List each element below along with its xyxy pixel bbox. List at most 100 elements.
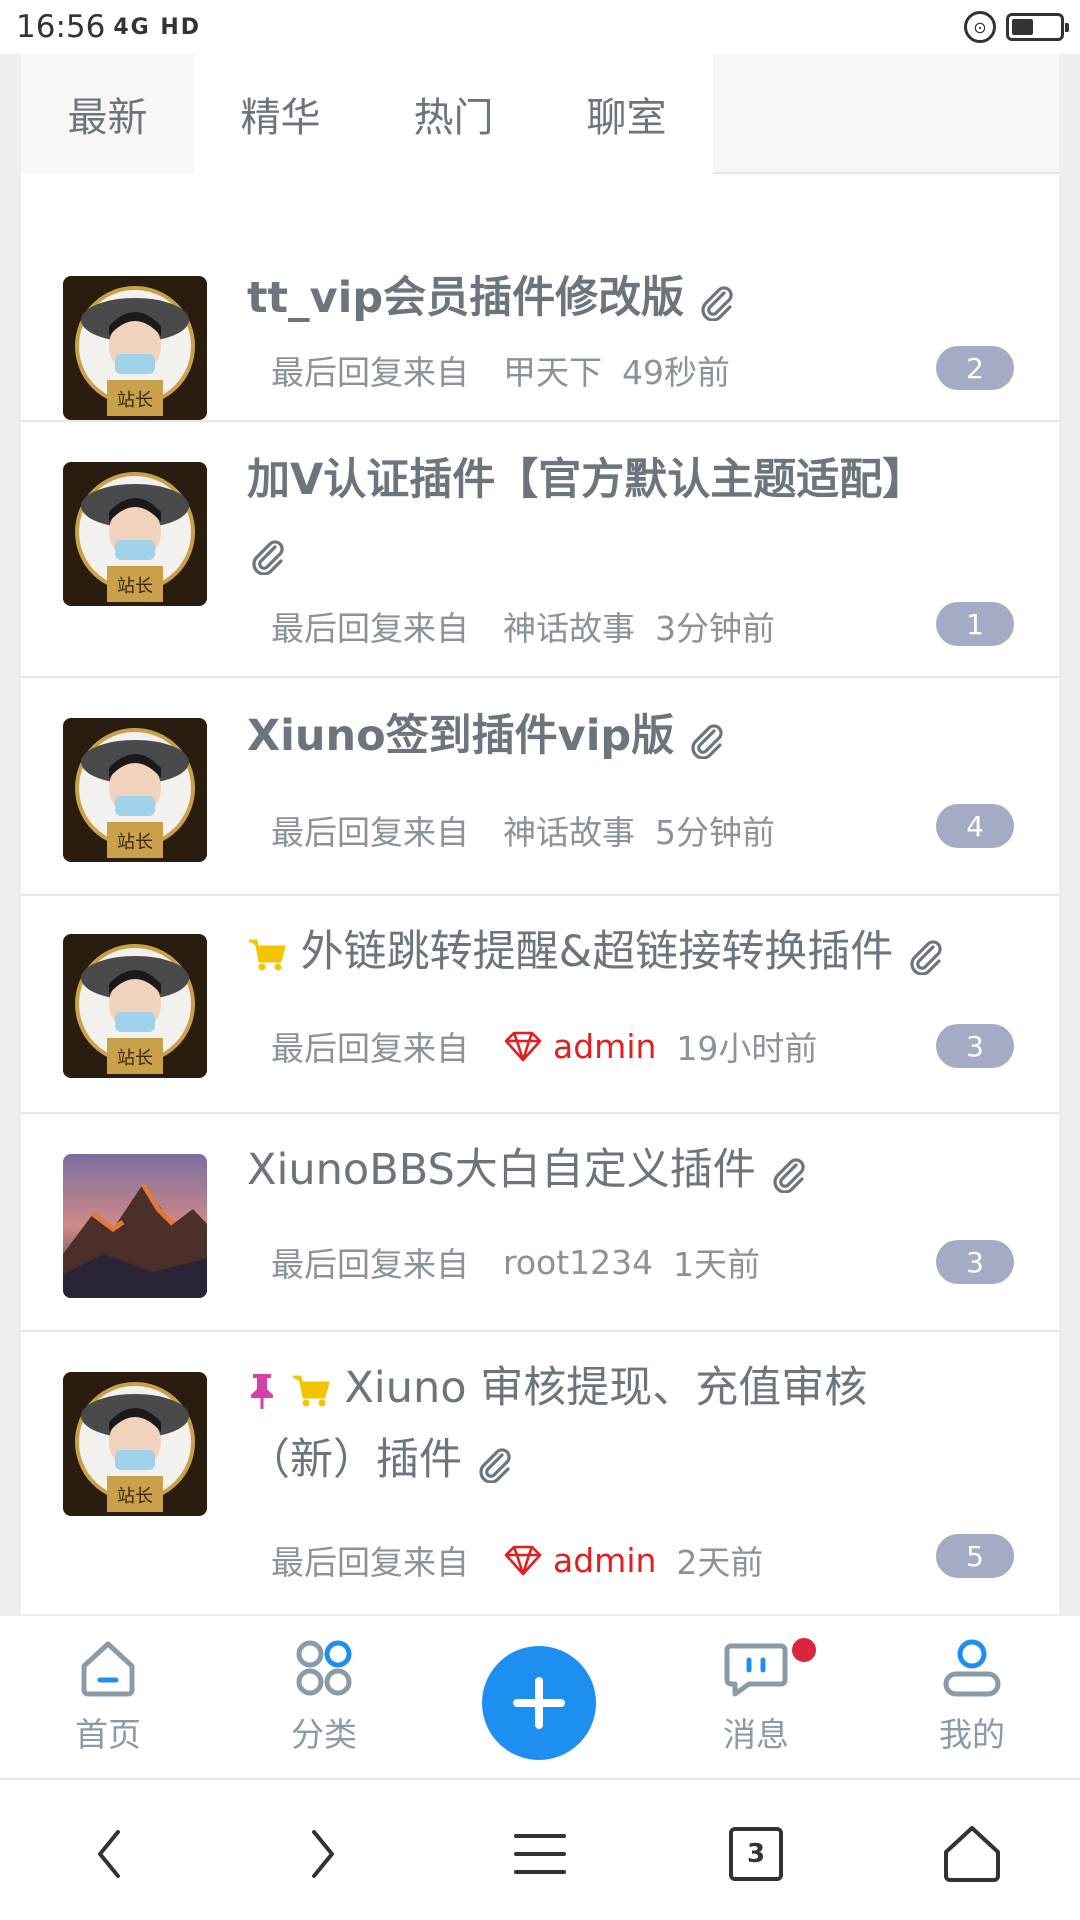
thread-title-text: 加V认证插件【官方默认主题适配】 <box>247 455 926 505</box>
content-frame: 最新 精华 热门 聊室 站长 tt_vip会员插件修改版 最后回复来自 甲天下 … <box>0 54 1080 1614</box>
last-reply-time: 3分钟前 <box>655 609 775 648</box>
browser-toolbar: 3 <box>0 1778 1080 1920</box>
avatar[interactable]: 站长 <box>63 276 207 420</box>
reply-count: 1 <box>966 607 984 641</box>
thread-title[interactable]: tt_vip会员插件修改版 <box>247 262 1019 334</box>
thread-title[interactable]: Xiuno 审核提现、充值审核 （新）插件 <box>247 1352 1019 1496</box>
thread-meta: 最后回复来自 admin 2天前 <box>271 1536 763 1584</box>
last-reply-user[interactable]: admin <box>553 1541 656 1580</box>
last-reply-user[interactable]: 甲天下 <box>503 346 602 394</box>
cart-icon <box>292 1375 330 1406</box>
nav-label: 我的 <box>939 1715 1005 1754</box>
back-button[interactable] <box>68 1814 148 1894</box>
thread-item[interactable]: XiunoBBS大白自定义插件 最后回复来自 root1234 1天前 3 <box>21 1114 1059 1332</box>
attachment-icon <box>252 539 284 575</box>
forward-button[interactable] <box>284 1814 364 1894</box>
battery-icon <box>1006 13 1069 41</box>
thread-title[interactable]: 外链跳转提醒&超链接转换插件 <box>247 916 1019 988</box>
attachment-icon <box>701 285 733 321</box>
thread-title-text: Xiuno 审核提现、充值审核 <box>344 1363 868 1413</box>
menu-button[interactable] <box>500 1814 580 1894</box>
reply-count: 4 <box>966 809 984 843</box>
reply-count: 3 <box>966 1245 984 1279</box>
new-post-button[interactable] <box>482 1646 596 1760</box>
nav-label: 消息 <box>723 1715 789 1754</box>
thread-meta: 最后回复来自 admin 19小时前 <box>271 1022 817 1070</box>
avatar-caption: 站长 <box>117 1486 153 1507</box>
last-reply-user[interactable]: admin <box>553 1027 656 1066</box>
avatar[interactable]: 站长 <box>63 462 207 606</box>
thread-item[interactable]: 站长 加V认证插件【官方默认主题适配】 最后回复来自 神话故事 3分钟前 1 <box>21 422 1059 678</box>
network-icons: 4G HD <box>113 14 202 40</box>
thread-title-text: Xiuno签到插件vip版 <box>247 711 675 761</box>
meta-prefix: 最后回复来自 <box>271 813 469 852</box>
thread-title[interactable]: Xiuno签到插件vip版 <box>247 700 1019 772</box>
attachment-icon <box>479 1447 511 1483</box>
tab-label: 热门 <box>413 95 494 141</box>
cart-icon <box>249 939 286 970</box>
reply-count-badge: 3 <box>936 1240 1014 1284</box>
avatar-caption: 站长 <box>117 1048 153 1069</box>
thread-item[interactable]: 站长 Xiuno 审核提现、充值审核 （新）插件 最后回复来自 admin 2天… <box>21 1332 1059 1614</box>
thread-item[interactable]: 站长 tt_vip会员插件修改版 最后回复来自 甲天下 49秒前 2 <box>21 204 1059 422</box>
reply-count-badge: 5 <box>936 1534 1014 1578</box>
meta-prefix: 最后回复来自 <box>271 609 469 648</box>
thread-meta: 最后回复来自 神话故事 3分钟前 <box>271 602 775 650</box>
last-reply-user[interactable]: 神话故事 <box>503 806 635 854</box>
nav-messages[interactable]: 消息 <box>648 1616 864 1780</box>
last-reply-user[interactable]: root1234 <box>503 1243 653 1282</box>
tab-chat[interactable]: 聊室 <box>540 54 713 174</box>
thread-meta: 最后回复来自 甲天下 49秒前 <box>271 346 730 394</box>
last-reply-time: 5分钟前 <box>655 813 775 852</box>
avatar[interactable]: 站长 <box>63 1372 207 1516</box>
chevron-left-icon <box>98 1830 120 1878</box>
avatar[interactable]: 站长 <box>63 718 207 862</box>
tab-latest[interactable]: 最新 <box>21 54 194 174</box>
thread-title[interactable]: 加V认证插件【官方默认主题适配】 <box>247 444 1019 588</box>
last-reply-user-admin[interactable]: admin <box>503 1541 656 1580</box>
thread-item[interactable]: 站长 Xiuno签到插件vip版 最后回复来自 神话故事 5分钟前 4 <box>21 678 1059 896</box>
plus-icon <box>513 1677 565 1729</box>
bottom-nav: 首页 分类 消息 我的 <box>0 1614 1080 1778</box>
reply-count: 2 <box>966 351 984 385</box>
tabs-count-box: 3 <box>729 1827 783 1881</box>
tab-label: 最新 <box>67 95 148 141</box>
meta-prefix: 最后回复来自 <box>271 1029 469 1068</box>
nav-me[interactable]: 我的 <box>864 1616 1080 1780</box>
reply-count-badge: 1 <box>936 602 1014 646</box>
status-time: 16:56 <box>16 9 106 45</box>
tab-hot[interactable]: 热门 <box>367 54 540 174</box>
category-icon <box>296 1640 352 1696</box>
nav-category[interactable]: 分类 <box>216 1616 432 1780</box>
home-icon <box>81 1641 135 1697</box>
tab-count: 3 <box>746 1839 766 1869</box>
diamond-icon <box>504 1031 542 1062</box>
menu-icon <box>514 1834 566 1874</box>
avatar[interactable]: 站长 <box>63 934 207 1078</box>
thread-title-text: tt_vip会员插件修改版 <box>247 273 685 323</box>
attachment-icon <box>691 723 723 759</box>
browser-home-button[interactable] <box>932 1814 1012 1894</box>
diamond-icon <box>504 1545 542 1576</box>
reply-count-badge: 3 <box>936 1024 1014 1068</box>
last-reply-time: 19小时前 <box>676 1029 818 1068</box>
nav-home[interactable]: 首页 <box>0 1616 216 1780</box>
thread-meta: 最后回复来自 神话故事 5分钟前 <box>271 806 775 854</box>
thread-title-text: XiunoBBS大白自定义插件 <box>247 1145 756 1195</box>
unread-dot <box>792 1638 816 1662</box>
reply-count: 3 <box>966 1029 984 1063</box>
tab-label: 精华 <box>240 95 321 141</box>
meta-prefix: 最后回复来自 <box>271 353 469 392</box>
meta-prefix: 最后回复来自 <box>271 1245 469 1284</box>
last-reply-user-admin[interactable]: admin <box>503 1027 656 1066</box>
thread-title-text-line2: （新）插件 <box>247 1435 462 1485</box>
rotation-lock-icon: ⊙ <box>964 11 996 43</box>
chevron-right-icon <box>312 1830 334 1878</box>
last-reply-user[interactable]: 神话故事 <box>503 602 635 650</box>
tab-featured[interactable]: 精华 <box>194 54 367 174</box>
tab-bar: 最新 精华 热门 聊室 <box>21 54 1059 174</box>
thread-item[interactable]: 站长 外链跳转提醒&超链接转换插件 最后回复来自 admin 19小时前 3 <box>21 896 1059 1114</box>
tabs-button[interactable]: 3 <box>716 1814 796 1894</box>
avatar[interactable] <box>63 1154 207 1298</box>
thread-title[interactable]: XiunoBBS大白自定义插件 <box>247 1134 1019 1206</box>
